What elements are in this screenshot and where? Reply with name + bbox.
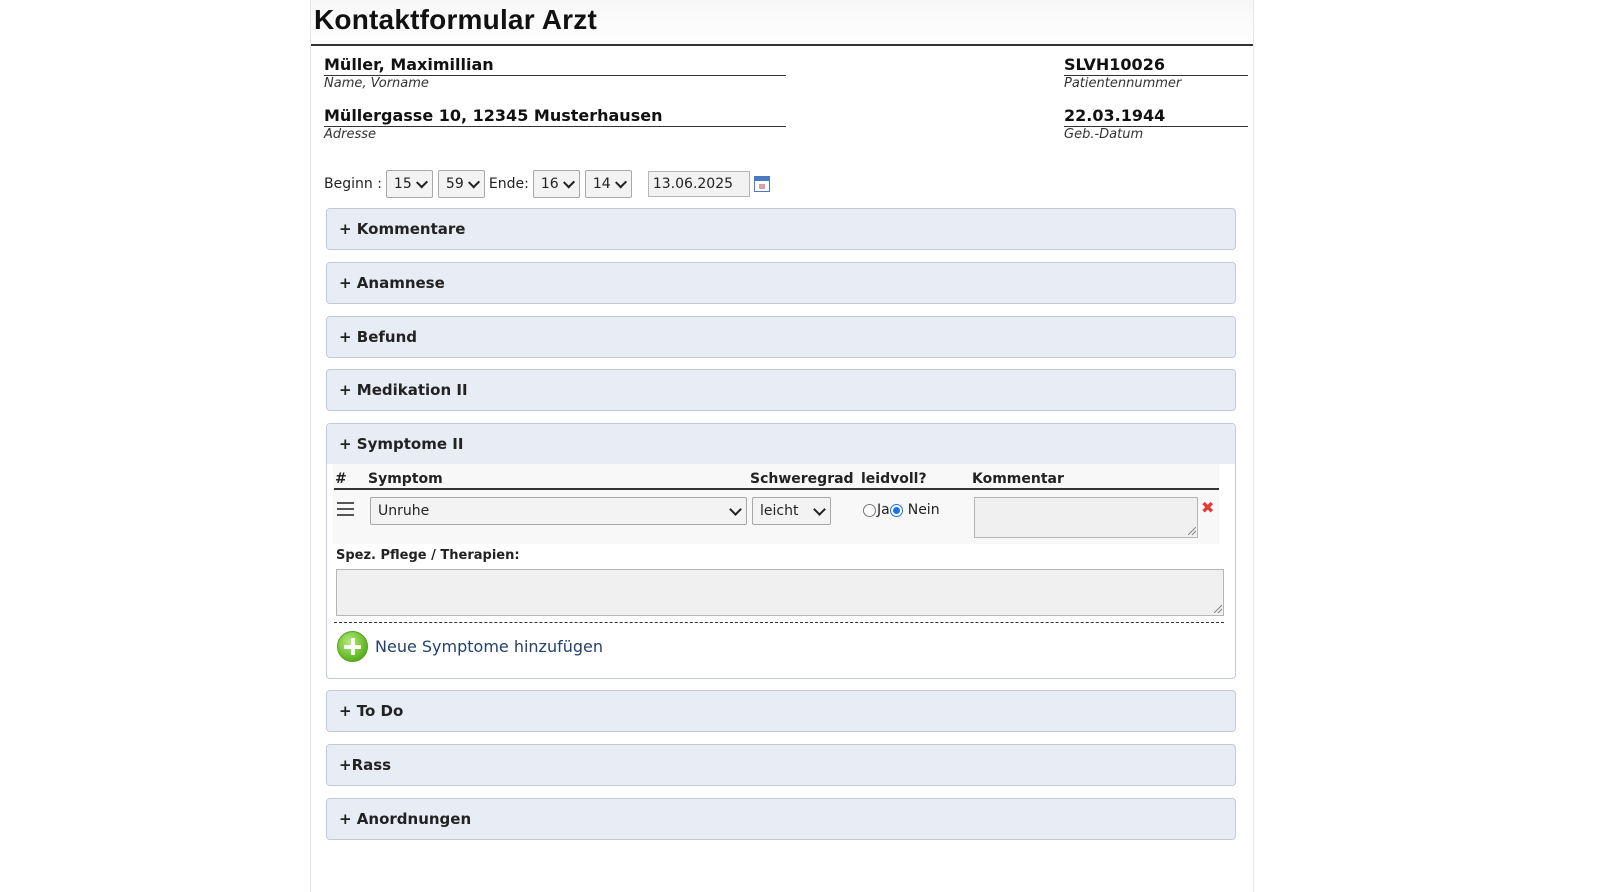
chevron-down-icon: [729, 502, 742, 516]
end-minute-select[interactable]: 14: [584, 170, 632, 198]
form-page: Kontaktformular Arzt Müller, Maximillian…: [310, 0, 1254, 892]
title-divider: [311, 44, 1253, 46]
chevron-down-icon: [562, 175, 575, 189]
plus-circle-icon[interactable]: [337, 631, 368, 662]
begin-hour-value: 15: [393, 176, 412, 192]
section-symptome-header[interactable]: + Symptome II: [327, 424, 1235, 464]
date-input[interactable]: 13.06.2025: [647, 171, 750, 197]
section-befund-label: + Befund: [339, 328, 418, 346]
patient-id-field: SLVH10026 Patientennummer: [1064, 55, 1248, 92]
section-kommentare[interactable]: + Kommentare: [326, 208, 1236, 250]
patient-id-label: Patientennummer: [1064, 76, 1182, 91]
patient-address: Müllergasse 10, 12345 Musterhausen: [324, 106, 786, 127]
patient-id: SLVH10026: [1064, 55, 1248, 76]
add-symptom-link[interactable]: Neue Symptome hinzufügen: [375, 637, 603, 656]
page-title: Kontaktformular Arzt: [314, 4, 597, 35]
severity-select[interactable]: leicht: [752, 497, 831, 525]
close-icon[interactable]: ✖: [1201, 500, 1214, 516]
patient-address-label: Adresse: [324, 127, 377, 142]
section-rass-label: +Rass: [339, 756, 392, 774]
severity-value: leicht: [760, 503, 799, 519]
section-kommentare-label: + Kommentare: [339, 220, 466, 238]
hamburger-icon[interactable]: [337, 502, 354, 516]
chevron-down-icon: [813, 502, 826, 516]
begin-label: Beginn :: [324, 176, 382, 192]
section-symptome-label: + Symptome II: [339, 435, 464, 453]
section-anordnungen[interactable]: + Anordnungen: [326, 798, 1236, 840]
patient-dob: 22.03.1944: [1064, 106, 1248, 127]
chevron-down-icon: [467, 175, 480, 189]
patient-dob-field: 22.03.1944 Geb.-Datum: [1064, 106, 1248, 143]
col-num: #: [335, 471, 347, 487]
section-befund[interactable]: + Befund: [326, 316, 1236, 358]
section-todo[interactable]: + To Do: [326, 690, 1236, 732]
care-textarea[interactable]: [336, 569, 1224, 616]
distress-radio-group: Ja Nein: [863, 502, 940, 518]
distress-no-radio[interactable]: [889, 503, 903, 517]
col-comment: Kommentar: [972, 471, 1064, 487]
begin-minute-value: 59: [445, 176, 464, 192]
col-severity: Schweregrad: [750, 471, 854, 487]
section-medikation-label: + Medikation II: [339, 381, 468, 399]
section-anamnese-label: + Anamnese: [339, 274, 445, 292]
col-symptom: Symptom: [368, 471, 443, 487]
end-minute-value: 14: [592, 176, 611, 192]
begin-hour-select[interactable]: 15: [385, 170, 433, 198]
col-distress: leidvoll?: [861, 471, 927, 487]
distress-no-label: Nein: [907, 502, 940, 518]
section-anamnese[interactable]: + Anamnese: [326, 262, 1236, 304]
section-medikation[interactable]: + Medikation II: [326, 369, 1236, 411]
end-label: Ende:: [488, 176, 529, 192]
distress-yes-radio[interactable]: [863, 503, 876, 517]
care-label: Spez. Pflege / Therapien:: [336, 548, 520, 563]
table-header-divider: [334, 488, 1219, 490]
section-rass[interactable]: +Rass: [326, 744, 1236, 786]
distress-yes-label: Ja: [877, 502, 890, 518]
end-hour-value: 16: [540, 176, 559, 192]
resize-grip-icon[interactable]: [1214, 605, 1222, 613]
patient-dob-label: Geb.-Datum: [1064, 127, 1144, 142]
symptom-select[interactable]: Unruhe: [370, 497, 747, 525]
end-hour-select[interactable]: 16: [532, 170, 580, 198]
patient-name: Müller, Maximillian: [324, 55, 786, 76]
chevron-down-icon: [614, 175, 627, 189]
comment-textarea[interactable]: [974, 497, 1198, 538]
dashed-divider: [334, 622, 1224, 623]
chevron-down-icon: [415, 175, 428, 189]
section-symptome: + Symptome II # Symptom Schweregrad leid…: [326, 423, 1236, 679]
section-todo-label: + To Do: [339, 702, 404, 720]
patient-name-label: Name, Vorname: [324, 76, 429, 91]
resize-grip-icon[interactable]: [1188, 527, 1196, 535]
patient-name-field: Müller, Maximillian Name, Vorname: [324, 55, 786, 92]
calendar-icon[interactable]: [753, 176, 770, 192]
section-anordnungen-label: + Anordnungen: [339, 810, 472, 828]
patient-address-field: Müllergasse 10, 12345 Musterhausen Adres…: [324, 106, 786, 143]
time-bar: Beginn : 15 59 Ende: 16 14 13.06.2025: [324, 170, 770, 198]
begin-minute-select[interactable]: 59: [437, 170, 485, 198]
symptom-value: Unruhe: [378, 503, 430, 519]
